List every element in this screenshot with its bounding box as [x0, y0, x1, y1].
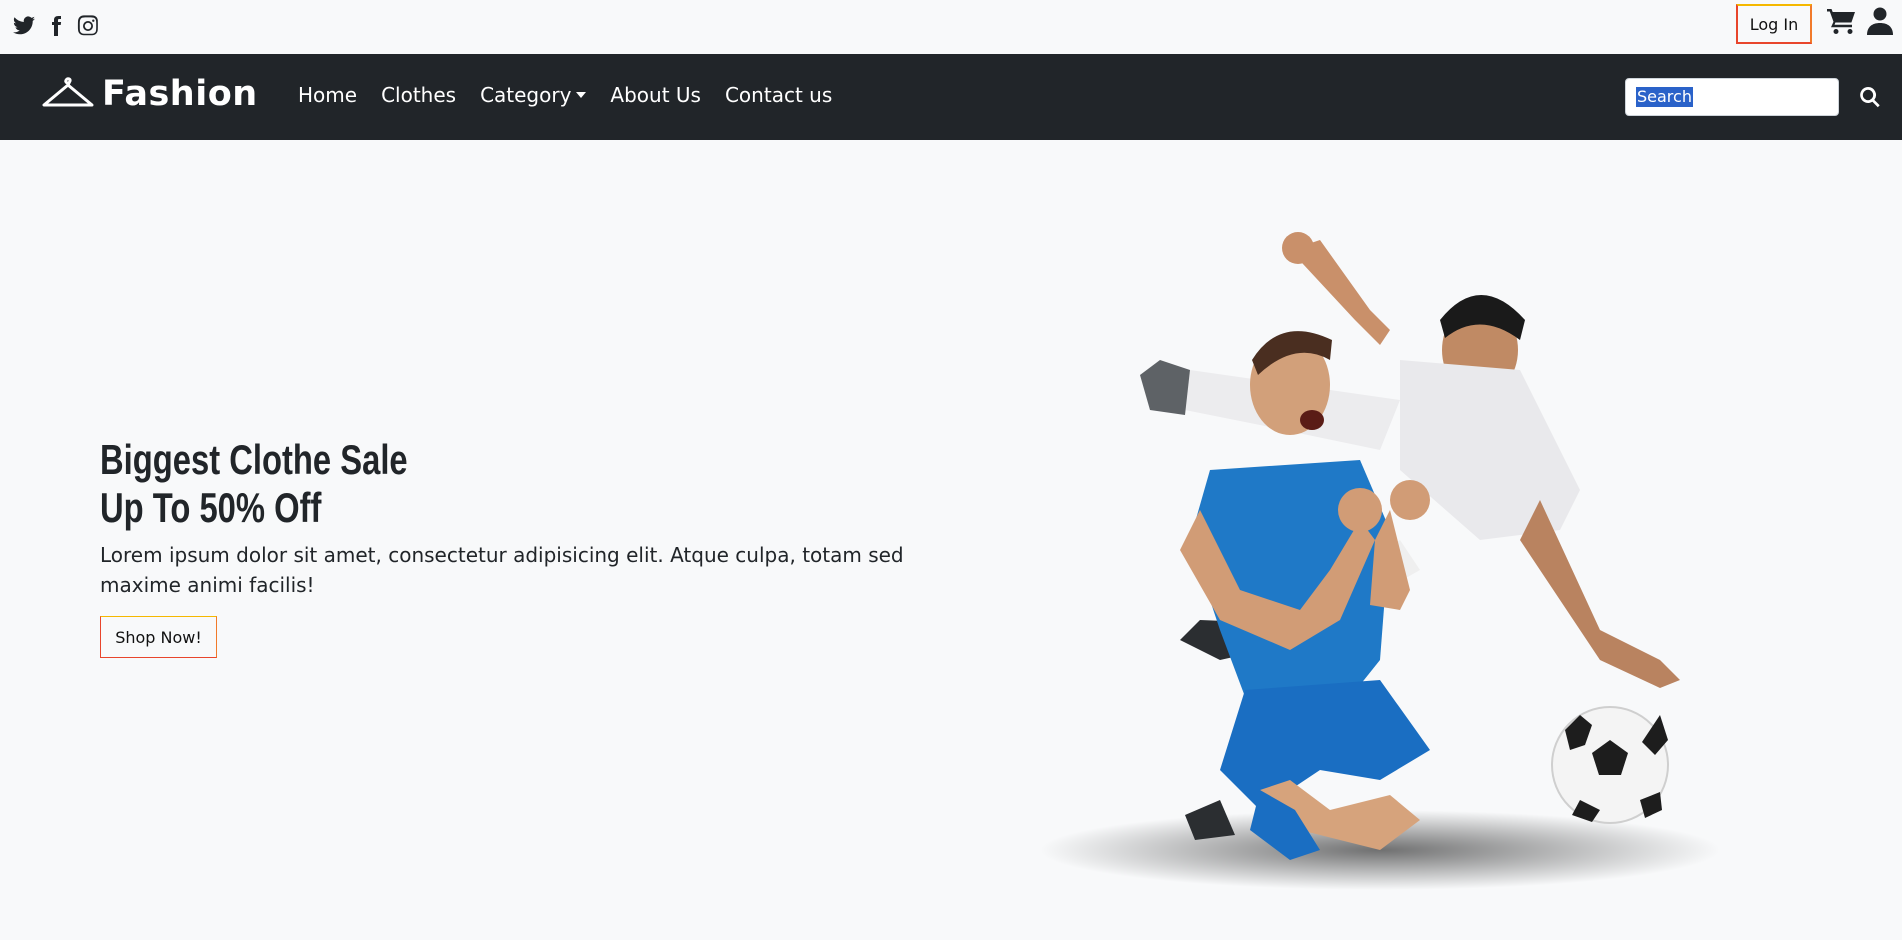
brand-name: Fashion: [102, 74, 258, 114]
user-icon[interactable]: [1867, 7, 1893, 35]
hero-title-line1: Biggest Clothe Sale: [100, 436, 408, 483]
search-icon[interactable]: [1858, 85, 1882, 109]
social-links: [12, 14, 100, 38]
search-field[interactable]: Search: [1625, 78, 1839, 116]
nav-category-dropdown[interactable]: Category: [468, 83, 598, 107]
soccer-ball: [1551, 706, 1669, 824]
hero-title: Biggest Clothe Sale Up To 50% Off: [100, 436, 408, 532]
caret-down-icon: [576, 92, 587, 98]
hanger-icon: [42, 77, 94, 107]
nav-about-us[interactable]: About Us: [598, 83, 713, 107]
nav-home[interactable]: Home: [286, 83, 369, 107]
hero-title-line2: Up To 50% Off: [100, 484, 322, 531]
login-button[interactable]: Log In: [1736, 4, 1812, 44]
nav-links: Home Clothes Category About Us Contact u…: [286, 83, 844, 107]
shop-now-button[interactable]: Shop Now!: [100, 616, 217, 658]
nav-category-label: Category: [480, 83, 572, 107]
nav-contact-us[interactable]: Contact us: [713, 83, 844, 107]
hero-description: Lorem ipsum dolor sit amet, consectetur …: [100, 543, 904, 597]
hero-soccer-players-image: [1040, 232, 1720, 890]
twitter-icon[interactable]: [12, 14, 36, 38]
nav-clothes[interactable]: Clothes: [369, 83, 468, 107]
cart-icon[interactable]: [1827, 7, 1857, 35]
facebook-icon[interactable]: [44, 14, 68, 38]
top-bar: Log In: [0, 0, 1902, 54]
main-navbar: Fashion Home Clothes Category About Us C…: [0, 54, 1902, 140]
brand-logo[interactable]: Fashion: [42, 74, 258, 114]
instagram-icon[interactable]: [76, 14, 100, 38]
